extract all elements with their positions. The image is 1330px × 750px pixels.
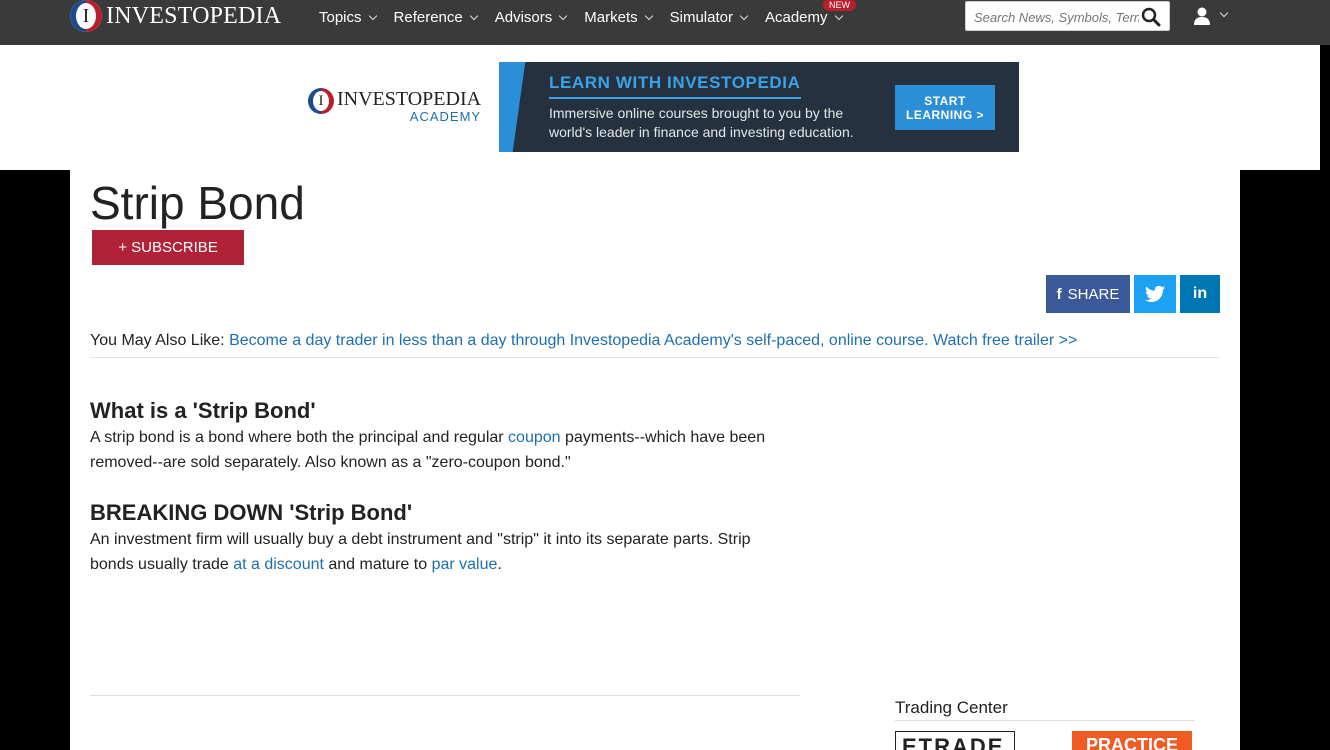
logo-mark: I	[308, 88, 334, 114]
facebook-share-button[interactable]: f SHARE	[1046, 275, 1130, 313]
academy-ad[interactable]: LEARN WITH INVESTOPEDIA Immersive online…	[499, 62, 1019, 152]
start-learning-button[interactable]: START LEARNING >	[895, 85, 995, 130]
twitter-share-button[interactable]	[1134, 275, 1176, 313]
article-content: Strip Bond + SUBSCRIBE f SHARE in You Ma…	[70, 170, 1240, 750]
nav-simulator-label: Simulator	[669, 9, 733, 26]
par-value-link[interactable]: par value	[432, 556, 498, 573]
chevron-down-icon	[559, 11, 568, 20]
academy-logo-line2: ACADEMY	[409, 109, 482, 124]
nav-reference-label: Reference	[393, 9, 463, 26]
divider	[895, 720, 1195, 721]
divider	[90, 357, 1220, 358]
section-heading-breaking-down: BREAKING DOWN 'Strip Bond'	[90, 500, 413, 525]
ad-heading: LEARN WITH INVESTOPEDIA	[549, 73, 801, 99]
nav-simulator[interactable]: Simulator	[669, 9, 749, 26]
chevron-down-icon	[834, 11, 843, 20]
facebook-icon: f	[1056, 285, 1062, 303]
coupon-link[interactable]: coupon	[508, 429, 561, 446]
trading-center-heading: Trading Center	[895, 698, 1008, 717]
nav-reference[interactable]: Reference	[393, 9, 478, 26]
nav-advisors-label: Advisors	[494, 9, 553, 26]
subscribe-button[interactable]: + SUBSCRIBE	[92, 230, 244, 265]
facebook-share-label: SHARE	[1067, 285, 1120, 303]
you-may-also-like: You May Also Like: Become a day trader i…	[90, 332, 1077, 350]
nav-topics[interactable]: Topics	[319, 9, 377, 26]
search-input[interactable]	[974, 6, 1139, 28]
chevron-down-icon	[469, 11, 478, 20]
twitter-icon	[1145, 285, 1165, 302]
nav-academy[interactable]: Academy NEW	[764, 0, 856, 26]
ad-body: Immersive online courses brought to you …	[549, 105, 854, 140]
nav-topics-label: Topics	[319, 9, 362, 26]
logo-text: INVESTOPEDIA	[106, 2, 282, 29]
nav-advisors[interactable]: Advisors	[494, 9, 568, 26]
you-may-also-like-link[interactable]: Become a day trader in less than a day t…	[229, 332, 1077, 349]
chevron-down-icon[interactable]	[1219, 8, 1229, 18]
ad-stripe	[499, 62, 526, 152]
etrade-ad[interactable]: ETRADE	[895, 731, 1015, 750]
chevron-down-icon	[368, 11, 377, 20]
search-box	[965, 1, 1170, 31]
chevron-down-icon	[739, 11, 749, 20]
user-icon[interactable]	[1192, 6, 1212, 26]
top-navbar: I INVESTOPEDIA Topics Reference Advisors…	[0, 0, 1330, 45]
nav-academy-label: Academy	[764, 9, 828, 26]
section-breakdown-text: An investment firm will usually buy a de…	[90, 531, 751, 573]
logo-mark: I	[70, 0, 102, 32]
nav-markets[interactable]: Markets	[584, 9, 653, 26]
page-title: Strip Bond	[90, 177, 305, 229]
academy-logo[interactable]: I INVESTOPEDIA ACADEMY	[308, 88, 481, 124]
linkedin-icon: in	[1192, 285, 1208, 302]
nav-markets-label: Markets	[584, 9, 638, 26]
academy-logo-line1: INVESTOPEDIA	[337, 88, 482, 110]
main-nav: Topics Reference Advisors Markets Simula…	[319, 0, 860, 35]
new-badge: NEW	[822, 0, 856, 11]
search-icon[interactable]	[1141, 7, 1161, 27]
linkedin-share-button[interactable]: in	[1180, 275, 1220, 313]
you-may-also-like-label: You May Also Like:	[90, 332, 225, 349]
chevron-down-icon	[644, 11, 653, 20]
section-heading-what-is: What is a 'Strip Bond'	[90, 398, 316, 423]
ad-banner-area: I INVESTOPEDIA ACADEMY LEARN WITH INVEST…	[0, 45, 1320, 170]
section-definition-text: A strip bond is a bond where both the pr…	[90, 429, 766, 471]
practice-ad[interactable]: PRACTICE	[1072, 731, 1192, 750]
investopedia-logo[interactable]: I INVESTOPEDIA	[70, 0, 281, 32]
divider	[90, 695, 800, 696]
at-a-discount-link[interactable]: at a discount	[233, 556, 324, 573]
